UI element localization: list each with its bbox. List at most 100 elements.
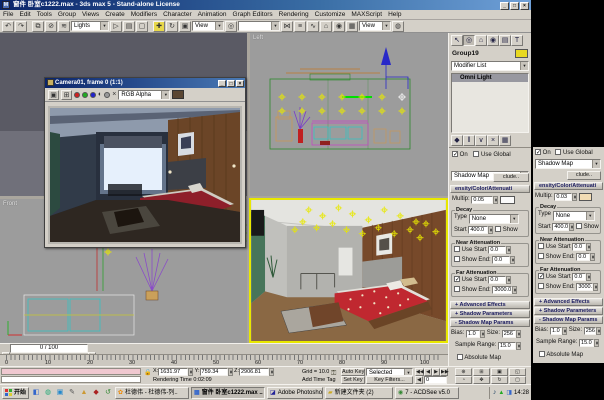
set-key-button[interactable]: Set Key — [341, 376, 365, 384]
zoom-extents-all-icon[interactable]: ◱ — [509, 368, 526, 376]
menu-maxscript[interactable]: MAXScript — [348, 10, 385, 19]
quick-launch-icon[interactable]: ◆ — [91, 388, 101, 398]
auto-key-button[interactable]: Auto Key — [341, 368, 365, 376]
render-minimize-button[interactable]: _ — [218, 80, 226, 87]
make-unique-icon[interactable]: ∨ — [475, 135, 487, 146]
task-button-acdsee[interactable]: ◉7 - ACDSee v5.0 — [395, 387, 459, 399]
render-close-button[interactable]: × — [236, 80, 244, 87]
sample-range-field[interactable]: 15.0 — [498, 342, 516, 350]
quick-launch-icon[interactable]: ◍ — [43, 388, 53, 398]
light-on-checkbox[interactable] — [452, 151, 458, 157]
size-spinner[interactable] — [596, 327, 601, 335]
near-end-field[interactable]: 0.0 — [492, 256, 510, 264]
z-coordinate-field[interactable]: 2906.81 — [239, 368, 269, 376]
far-end-field[interactable]: 3000.0 — [492, 286, 512, 294]
y-coordinate-field[interactable]: 759.34 — [200, 368, 228, 376]
sample-range-spinner[interactable] — [516, 342, 521, 350]
near-use-checkbox[interactable] — [454, 246, 460, 252]
go-to-end-icon[interactable]: ▶▶ — [440, 368, 448, 376]
play-icon[interactable]: ▶ — [432, 368, 440, 376]
near-start-spinner[interactable] — [586, 243, 591, 251]
green-channel-icon[interactable] — [82, 92, 88, 98]
tray-arrow-icon[interactable]: ▲ — [498, 390, 504, 396]
intensity-rollout-header[interactable]: ensity/Color/Attenuati — [450, 185, 530, 193]
save-bitmap-icon[interactable]: ▣ — [48, 90, 59, 100]
size-field[interactable]: 256 — [584, 327, 596, 335]
material-editor-icon[interactable]: ◉ — [333, 21, 345, 32]
task-button-music[interactable]: ✿杜德伟 - 杜德伟-列.. — [115, 387, 189, 399]
decay-start-spinner[interactable] — [569, 223, 574, 231]
menu-create[interactable]: Create — [102, 10, 128, 19]
shadow-map-params-rollout[interactable]: - Shadow Map Params — [534, 316, 603, 324]
tab-motion-icon[interactable]: ◉ — [487, 35, 499, 46]
redo-icon[interactable]: ↷ — [15, 21, 27, 32]
arc-rotate-icon[interactable]: ↻ — [491, 376, 508, 384]
maxscript-listener-line[interactable] — [1, 376, 141, 383]
near-start-field[interactable]: 0.0 — [488, 246, 506, 254]
pan-icon[interactable]: ✥ — [473, 376, 490, 384]
absolute-map-checkbox[interactable] — [539, 351, 545, 357]
maximize-button[interactable]: □ — [510, 2, 519, 10]
light-color-swatch[interactable] — [579, 193, 592, 201]
decay-show-checkbox[interactable] — [576, 223, 582, 229]
background-color-swatch[interactable] — [172, 90, 184, 99]
channel-display-dropdown[interactable]: RGB Alpha — [118, 90, 170, 100]
use-center-icon[interactable]: ◎ — [225, 21, 237, 32]
menu-group[interactable]: Group — [55, 10, 79, 19]
sample-range-spinner[interactable] — [594, 339, 599, 347]
size-spinner[interactable] — [516, 330, 521, 338]
named-selection-dropdown[interactable] — [238, 21, 280, 31]
quick-launch-icon[interactable]: ✎ — [67, 388, 77, 398]
tab-display-icon[interactable]: ▤ — [499, 35, 511, 46]
menu-rendering[interactable]: Rendering — [276, 10, 312, 19]
zoom-extents-icon[interactable]: ▣ — [491, 368, 508, 376]
menu-modifiers[interactable]: Modifiers — [128, 10, 160, 19]
key-filters-button[interactable]: Key Filters... — [366, 376, 413, 384]
left-viewport[interactable]: Left — [250, 33, 448, 196]
far-use-checkbox[interactable] — [454, 276, 460, 282]
far-start-spinner[interactable] — [506, 276, 511, 284]
select-link-icon[interactable]: ⧉ — [32, 21, 44, 32]
menu-character[interactable]: Character — [160, 10, 195, 19]
multiplier-field[interactable]: 0.05 — [471, 196, 493, 204]
near-start-spinner[interactable] — [506, 246, 511, 254]
remove-modifier-icon[interactable]: × — [487, 135, 499, 146]
multiplier-spinner[interactable] — [572, 193, 577, 201]
key-mode-dropdown[interactable]: Selected — [366, 368, 413, 376]
start-button[interactable]: 开始 — [2, 387, 29, 399]
use-global-checkbox[interactable] — [473, 151, 479, 157]
unlink-icon[interactable]: ⊘ — [45, 21, 57, 32]
multiplier-spinner[interactable] — [493, 196, 498, 204]
minimize-button[interactable]: _ — [500, 2, 509, 10]
near-show-checkbox[interactable] — [454, 256, 460, 262]
light-color-swatch[interactable] — [500, 196, 515, 204]
track-bar[interactable]: 0 10 20 30 40 50 60 70 80 90 100 — [0, 354, 448, 366]
object-name-field[interactable]: Group19 — [452, 50, 479, 57]
exclude-button[interactable]: clude.. — [567, 171, 601, 180]
select-by-name-icon[interactable]: ▤ — [123, 21, 135, 32]
clear-icon[interactable]: × — [112, 91, 116, 98]
align-icon[interactable]: ≡ — [294, 21, 306, 32]
sample-range-field[interactable]: 15.0 — [579, 339, 594, 347]
menu-help[interactable]: Help — [385, 10, 404, 19]
render-window-titlebar[interactable]: Camera01, frame 0 (1:1) _□× — [45, 78, 245, 88]
near-start-field[interactable]: 0.0 — [572, 243, 586, 251]
object-color-swatch[interactable] — [515, 49, 528, 58]
absolute-map-checkbox[interactable] — [457, 354, 463, 360]
quick-launch-icon[interactable]: ▣ — [55, 388, 65, 398]
volume-icon[interactable]: ♪ — [493, 389, 497, 396]
quick-launch-icon[interactable]: ↺ — [103, 388, 113, 398]
size-field[interactable]: 256 — [502, 330, 516, 338]
near-use-checkbox[interactable] — [538, 243, 544, 249]
curve-editor-icon[interactable]: ∿ — [307, 21, 319, 32]
show-end-result-icon[interactable]: ‖ — [463, 135, 475, 146]
advanced-effects-rollout[interactable]: + Advanced Effects — [534, 298, 603, 306]
multiplier-field[interactable]: 0.03 — [554, 193, 572, 201]
shadow-type-dropdown[interactable]: Shadow Map — [535, 159, 601, 169]
alpha-channel-icon[interactable]: ◐ — [98, 91, 102, 98]
key-step-icon[interactable]: ◀ — [415, 376, 423, 384]
far-end-spinner[interactable] — [593, 283, 598, 291]
menu-graph-editors[interactable]: Graph Editors — [230, 10, 276, 19]
bias-spinner[interactable] — [480, 330, 485, 338]
select-object-icon[interactable]: ▷ — [110, 21, 122, 32]
